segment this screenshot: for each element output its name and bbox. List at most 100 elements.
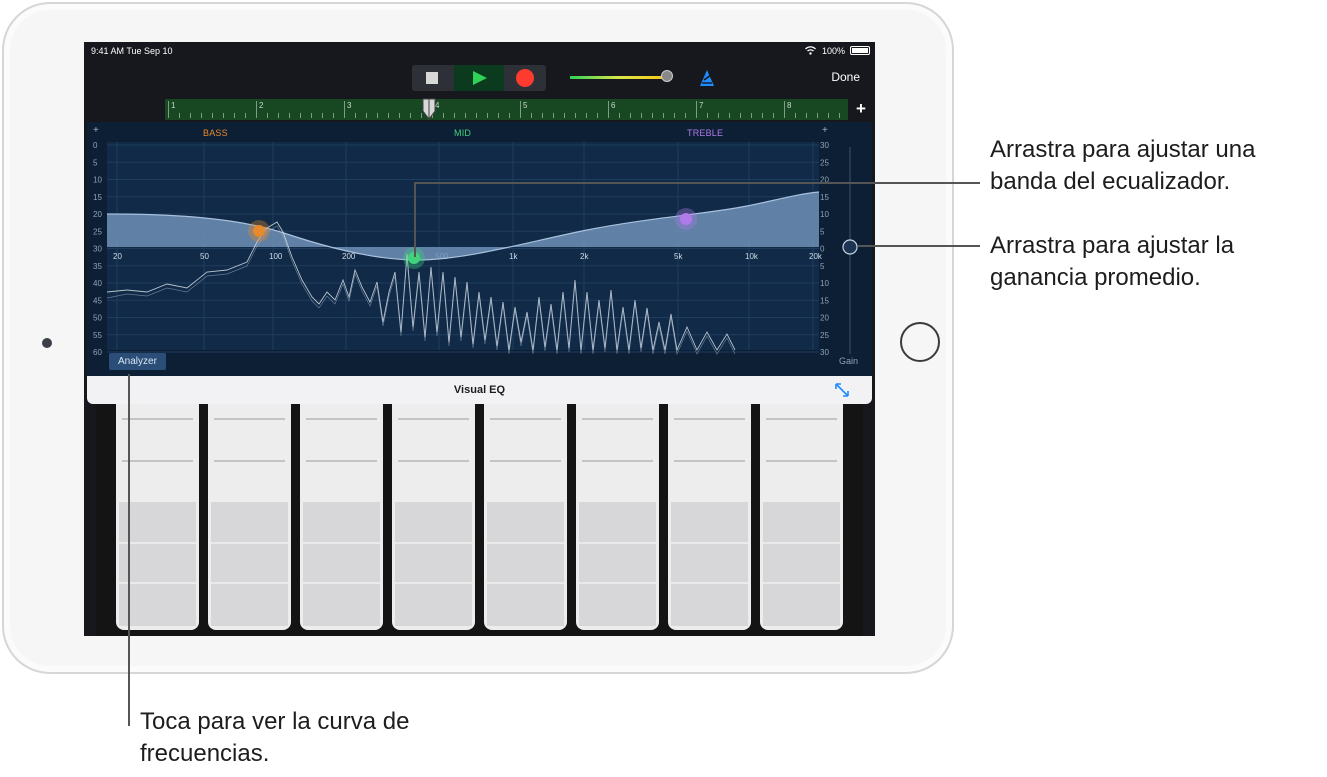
ruler-bar-line xyxy=(168,101,169,118)
keyboard-key[interactable] xyxy=(760,404,843,630)
keyboard-key[interactable] xyxy=(300,404,383,630)
ruler-tick xyxy=(630,113,631,118)
add-button[interactable]: + xyxy=(852,99,870,119)
ruler-bar-number: 2 xyxy=(259,101,264,110)
ruler-tick xyxy=(641,113,642,118)
ruler-tick xyxy=(212,113,213,118)
ruler-bar-number: 3 xyxy=(347,101,352,110)
keyboard-key[interactable] xyxy=(576,404,659,630)
key-pad-line xyxy=(395,542,472,544)
key-line xyxy=(122,418,193,420)
ruler-tick xyxy=(234,113,235,118)
key-pad-line xyxy=(763,582,840,584)
ruler-bar-number: 8 xyxy=(787,101,792,110)
eq-left-tick: 0 xyxy=(93,141,98,150)
key-pad-line xyxy=(579,542,656,544)
keyboard-key[interactable] xyxy=(484,404,567,630)
ruler-bar-number: 7 xyxy=(699,101,704,110)
timeline-ruler[interactable]: 12345678 xyxy=(165,99,848,120)
done-button[interactable]: Done xyxy=(831,70,860,84)
eq-left-tick: 60 xyxy=(93,348,102,357)
key-pad-line xyxy=(671,582,748,584)
key-line xyxy=(490,418,561,420)
ruler-tick xyxy=(190,113,191,118)
ruler-tick xyxy=(751,113,752,118)
playhead[interactable] xyxy=(421,97,437,121)
callout-line-analyzer xyxy=(128,374,130,726)
callout-analyzer: Toca para ver la curva de frecuencias. xyxy=(140,708,410,767)
ruler-tick xyxy=(740,113,741,118)
eq-left-tick: 35 xyxy=(93,262,102,271)
ruler-bar-line xyxy=(520,101,521,118)
expand-icon[interactable] xyxy=(834,382,850,398)
key-pad-line xyxy=(119,542,196,544)
treble-handle[interactable] xyxy=(680,213,692,225)
key-line xyxy=(306,418,377,420)
plus-left: + xyxy=(93,125,99,136)
ruler-tick xyxy=(311,113,312,118)
battery-percent: 100% xyxy=(821,46,845,56)
key-line xyxy=(674,460,745,462)
eq-right-tick: 30 xyxy=(820,348,829,357)
home-button[interactable] xyxy=(900,322,940,362)
key-line xyxy=(398,460,469,462)
transport-controls xyxy=(412,65,546,91)
master-volume-slider[interactable] xyxy=(570,70,673,84)
ruler-tick xyxy=(553,113,554,118)
key-line xyxy=(398,418,469,420)
eq-freq-label: 20 xyxy=(113,252,122,261)
eq-left-tick: 45 xyxy=(93,296,102,305)
eq-graph[interactable]: 0 305 2510 2015 1520 1025 530 035 540 1045 1550 205… xyxy=(87,122,872,376)
play-button[interactable] xyxy=(454,65,504,91)
gain-handle[interactable] xyxy=(842,239,858,255)
eq-freq-label: 2k xyxy=(580,252,589,261)
record-button[interactable] xyxy=(506,65,546,91)
key-pad xyxy=(579,502,656,626)
ruler-tick xyxy=(586,113,587,118)
status-bar: 9:41 AM Tue Sep 10 100% xyxy=(84,42,875,60)
ruler-tick xyxy=(399,113,400,118)
key-line xyxy=(582,418,653,420)
ruler-bar-number: 5 xyxy=(523,101,528,110)
stop-button[interactable] xyxy=(412,65,452,91)
key-pad-line xyxy=(395,582,472,584)
ruler-tick xyxy=(817,113,818,118)
ruler-tick xyxy=(542,113,543,118)
ruler-tick xyxy=(509,113,510,118)
ruler-bar-line xyxy=(256,101,257,118)
key-line xyxy=(582,460,653,462)
ruler-tick xyxy=(454,113,455,118)
ruler-tick xyxy=(597,113,598,118)
volume-thumb[interactable] xyxy=(661,70,673,82)
ruler-tick xyxy=(487,113,488,118)
ruler-tick xyxy=(377,113,378,118)
ruler-tick xyxy=(839,113,840,118)
ruler-tick xyxy=(443,113,444,118)
key-pad-line xyxy=(671,542,748,544)
ruler-tick xyxy=(498,113,499,118)
ruler-tick xyxy=(267,113,268,118)
eq-right-tick: 10 xyxy=(820,210,829,219)
key-pad-line xyxy=(579,582,656,584)
key-pad-line xyxy=(763,542,840,544)
eq-left-tick: 5 xyxy=(93,158,98,167)
ruler-tick xyxy=(289,113,290,118)
ruler-tick xyxy=(575,113,576,118)
wifi-icon xyxy=(805,46,816,55)
keyboard-key[interactable] xyxy=(668,404,751,630)
analyzer-button[interactable]: Analyzer xyxy=(109,353,166,370)
key-pad xyxy=(395,502,472,626)
metronome-icon[interactable] xyxy=(698,69,716,87)
bass-handle[interactable] xyxy=(253,225,265,237)
callout-line-band-drop xyxy=(414,182,416,257)
ruler-tick xyxy=(773,113,774,118)
ruler-tick xyxy=(795,113,796,118)
key-line xyxy=(490,460,561,462)
key-pad-line xyxy=(487,582,564,584)
keyboard-key[interactable] xyxy=(392,404,475,630)
keyboard-key[interactable] xyxy=(208,404,291,630)
ruler-tick xyxy=(718,113,719,118)
eq-freq-label: 100 xyxy=(269,252,283,261)
screen: 9:41 AM Tue Sep 10 100% Done 12345678 + … xyxy=(84,42,875,636)
ruler-tick xyxy=(652,113,653,118)
